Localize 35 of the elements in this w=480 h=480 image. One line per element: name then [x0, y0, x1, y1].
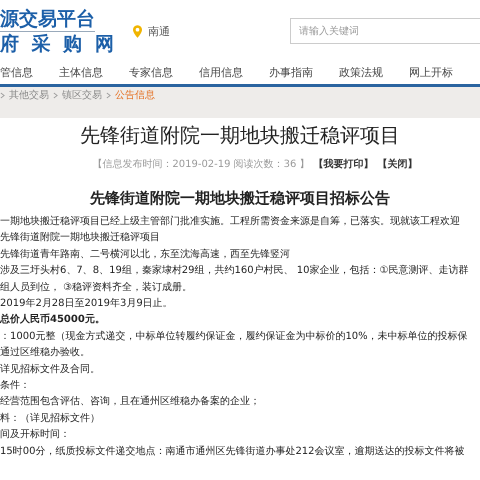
body-text: 15时00分，纸质投标文件递交地点：南通市通州区先锋街道办事处212会议室，逾期送达的投标文件将被 [0, 444, 465, 459]
body-text: ：1000元整（现金方式递交，中标单位转履约保证金，履约保证金为中标价的10%，未中标单位的投标保 [0, 330, 468, 344]
article-title: 先锋街道附院一期地块搬迁稳评项目 [80, 122, 400, 149]
location-pin-icon [132, 24, 142, 38]
logo-text: 源交易平台 [0, 6, 95, 32]
location-label[interactable]: 南通 [148, 24, 170, 38]
action-link[interactable]: 【关闭】 [378, 157, 418, 171]
body-text: 间及开标时间： [0, 428, 70, 442]
notice-heading: 先锋街道附院一期地块搬迁稳评项目招标公告 [90, 189, 390, 208]
body-text: 一期地块搬迁稳评项目已经上级主管部门批准实施。工程所需资金来源是自筹，已落实。现就该工程欢迎 [0, 214, 460, 229]
nav-item[interactable]: 主体信息 [59, 64, 103, 80]
body-text: 料：（详见招标文件） [0, 412, 100, 426]
chevron-icon [106, 92, 111, 99]
nav-item[interactable]: 管信息 [0, 64, 33, 80]
body-text: 经营范围包含评估、咨询，且在通州区维稳办备案的企业； [0, 394, 260, 410]
nav-item[interactable]: 办事指南 [269, 64, 313, 80]
body-text: 总价人民币45000元。 [0, 312, 105, 328]
body-text: 组人员到位， ③稳评资料齐全，装订成册。 [0, 280, 192, 295]
nav-item[interactable]: 专家信息 [129, 64, 173, 80]
logo-text: 府 采 购 网 [0, 32, 117, 56]
nav-item[interactable]: 政策法规 [339, 64, 383, 80]
chevron-icon [53, 92, 58, 99]
body-text: 条件： [0, 379, 30, 394]
chevron-icon [0, 92, 5, 99]
body-text: 先锋街道附院一期地块搬迁稳评项目 [0, 230, 160, 246]
nav-item[interactable]: 网上开标 [409, 64, 453, 80]
body-text: 先锋街道青年路南、二号横河以北，东至沈海高速，西至先锋竖河 [0, 248, 290, 262]
body-text: 详见招标文件及合同。 [0, 362, 100, 377]
body-text: 通过区维稳办验收。 [0, 346, 90, 360]
action-link[interactable]: 【我要打印】 [314, 157, 374, 171]
publish-info: 【信息发布时间：2019-02-19 阅读次数：36 】 [92, 158, 310, 171]
search-field[interactable]: 请输入关键词 [290, 18, 480, 44]
nav-item[interactable]: 信用信息 [199, 64, 243, 80]
body-text: 涉及三圩头村6、7、8、19组，秦家埭村29组，共约160户村民、 10家企业，包括：①民意测评、走访群 [0, 264, 468, 278]
body-text: 2019年2月28日至2019年3月9日止。 [0, 296, 173, 312]
